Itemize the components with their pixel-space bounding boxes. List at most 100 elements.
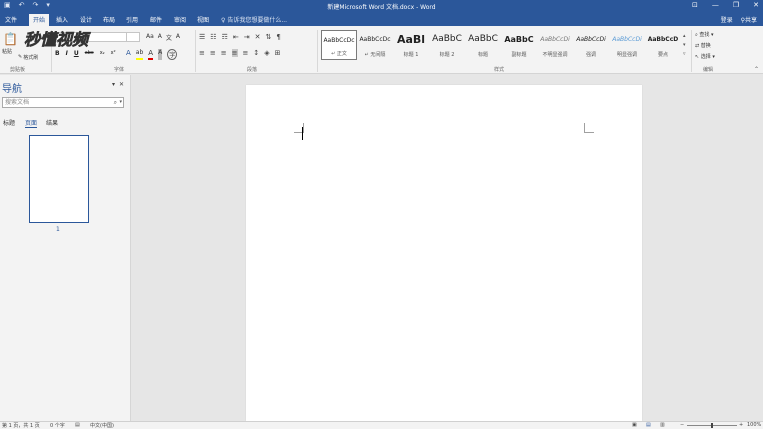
char-shading-button[interactable]: A (158, 49, 163, 60)
subscript-button[interactable]: x₂ (100, 50, 105, 57)
phonetic-button[interactable]: 文 (166, 33, 172, 42)
distributed-icon[interactable]: ≡ (243, 49, 249, 57)
share-button[interactable]: ⚲共享 (741, 15, 757, 24)
decrease-indent-icon[interactable]: ⇤ (233, 33, 239, 41)
italic-button[interactable]: I (66, 50, 68, 57)
align-center-icon[interactable]: ≡ (210, 49, 216, 57)
find-button[interactable]: ⌕ 查找 ▾ (695, 30, 715, 41)
search-placeholder: 搜索文档 (5, 99, 30, 106)
tab-view[interactable]: 视图 (197, 15, 209, 24)
highlight-button[interactable]: ab (135, 49, 144, 60)
style-name: 标题 (477, 52, 488, 58)
enclose-char-button[interactable]: 字 (167, 49, 178, 60)
style-subtitle[interactable]: AaBbC 副标题 (501, 30, 537, 60)
web-layout-icon[interactable]: ▥ (660, 422, 665, 428)
show-marks-icon[interactable]: ¶ (276, 33, 280, 41)
login-link[interactable]: 登录 (721, 15, 733, 24)
style-emphasis[interactable]: AaBbCcDi 强调 (573, 30, 609, 60)
nav-close-icon[interactable]: ✕ (119, 81, 124, 88)
paste-icon[interactable]: 📋 (3, 32, 18, 46)
format-painter-button[interactable]: ✎ 格式刷 (18, 54, 38, 61)
chevron-down-icon[interactable]: ▾ (119, 98, 122, 107)
thumbnail-page-number: 1 (56, 226, 60, 233)
nav-tab-pages[interactable]: 页面 (25, 118, 38, 128)
tab-references[interactable]: 引用 (126, 15, 138, 24)
borders-icon[interactable]: ⊞ (275, 49, 281, 57)
style-heading-2[interactable]: AaBbC 标题 2 (429, 30, 465, 60)
paste-button[interactable]: 粘贴 (2, 48, 12, 55)
proofing-icon[interactable]: ▤ (75, 422, 80, 428)
style-strong[interactable]: AaBbCcD 要点 (645, 30, 681, 60)
document-canvas[interactable] (132, 75, 763, 421)
style-sample: AaBbCcDc (323, 37, 355, 44)
chinese-layout-icon[interactable]: ✕ (255, 33, 261, 41)
cursor-icon: ↖ (695, 54, 700, 60)
select-button[interactable]: ↖ 选择 ▾ (695, 52, 715, 63)
document-page[interactable] (246, 85, 642, 421)
style-sample: AaBbCcDi (540, 36, 570, 43)
style-sample: AaBbC (504, 35, 534, 44)
style-heading-1[interactable]: AaBl 标题 1 (393, 30, 429, 60)
word-count[interactable]: 0 个字 (50, 422, 65, 429)
tell-me-box[interactable]: ♀ 告诉我您想要做什么... (221, 15, 287, 24)
style-sample: AaBbCcDi (612, 36, 642, 43)
nav-tab-headings[interactable]: 标题 (3, 118, 15, 127)
char-border-button[interactable]: A (176, 33, 180, 42)
read-mode-icon[interactable]: ▣ (632, 422, 637, 428)
zoom-slider[interactable] (687, 423, 737, 428)
font-color-button[interactable]: A (148, 49, 154, 60)
superscript-button[interactable]: x² (111, 50, 116, 57)
zoom-out-icon[interactable]: − (680, 422, 684, 428)
nav-options-icon[interactable]: ▾ (112, 81, 115, 88)
zoom-in-icon[interactable]: + (739, 422, 743, 428)
justify-icon[interactable]: ≡ (231, 49, 238, 57)
clear-format-button[interactable]: A (158, 33, 162, 42)
style-intense-emphasis[interactable]: AaBbCcDi 明显强调 (609, 30, 645, 60)
multilevel-list-icon[interactable]: ☶ (222, 33, 228, 41)
strikethrough-button[interactable]: abc (85, 50, 94, 57)
underline-button[interactable]: U (74, 50, 79, 57)
language-indicator[interactable]: 中文(中国) (90, 422, 114, 429)
account-area: 登录 ⚲共享 (721, 15, 757, 24)
increase-indent-icon[interactable]: ⇥ (244, 33, 250, 41)
page-thumbnail[interactable] (29, 135, 89, 223)
align-right-icon[interactable]: ≡ (221, 49, 227, 57)
close-icon[interactable]: ✕ (753, 1, 759, 9)
nav-tab-results[interactable]: 结果 (46, 118, 58, 127)
ribbon-display-icon[interactable]: ⊡ (692, 1, 698, 9)
zoom-slider-thumb[interactable] (711, 423, 713, 428)
collapse-ribbon-icon[interactable]: ⌃ (754, 66, 759, 73)
tab-mailings[interactable]: 邮件 (150, 15, 162, 24)
nav-search-input[interactable]: 搜索文档 ⌕ ▾ (2, 97, 124, 108)
case-button[interactable]: Aa (146, 33, 154, 42)
text-effects-button[interactable]: A (126, 49, 131, 60)
style-name: 副标题 (511, 52, 527, 58)
shading-icon[interactable]: ◈ (264, 49, 269, 57)
numbering-icon[interactable]: ☷ (210, 33, 216, 41)
search-icon[interactable]: ⌕ (114, 98, 117, 107)
replace-button[interactable]: ⇄ 替换 (695, 41, 715, 52)
bullets-icon[interactable]: ☰ (199, 33, 205, 41)
minimize-icon[interactable]: — (712, 1, 719, 9)
style-no-spacing[interactable]: AaBbCcDc ↵ 无间隔 (357, 30, 393, 60)
bold-button[interactable]: B (55, 50, 60, 57)
styles-scroll[interactable]: ▴ ▾ ▿ (683, 32, 686, 59)
share-label: 共享 (744, 17, 757, 24)
align-left-icon[interactable]: ≡ (199, 49, 205, 57)
page-count[interactable]: 第 1 页，共 1 页 (2, 422, 40, 429)
tab-design[interactable]: 设计 (80, 15, 92, 24)
tab-review[interactable]: 审阅 (174, 15, 186, 24)
style-title[interactable]: AaBbC 标题 (465, 30, 501, 60)
tab-home[interactable]: 开始 (29, 14, 50, 26)
tab-layout[interactable]: 布局 (103, 15, 115, 24)
tab-file[interactable]: 文件 (5, 15, 17, 24)
style-subtle-emphasis[interactable]: AaBbCcDi 不明显强调 (537, 30, 573, 60)
line-spacing-icon[interactable]: ↕ (253, 49, 259, 57)
style-name: ↵ 正文 (331, 51, 347, 57)
restore-icon[interactable]: ❐ (733, 1, 739, 9)
sort-icon[interactable]: ⇅ (265, 33, 271, 41)
style-normal[interactable]: AaBbCcDc ↵ 正文 (321, 30, 357, 60)
tab-insert[interactable]: 插入 (56, 15, 68, 24)
zoom-level[interactable]: 100% (747, 422, 761, 428)
print-layout-icon[interactable]: ▤ (646, 422, 651, 428)
